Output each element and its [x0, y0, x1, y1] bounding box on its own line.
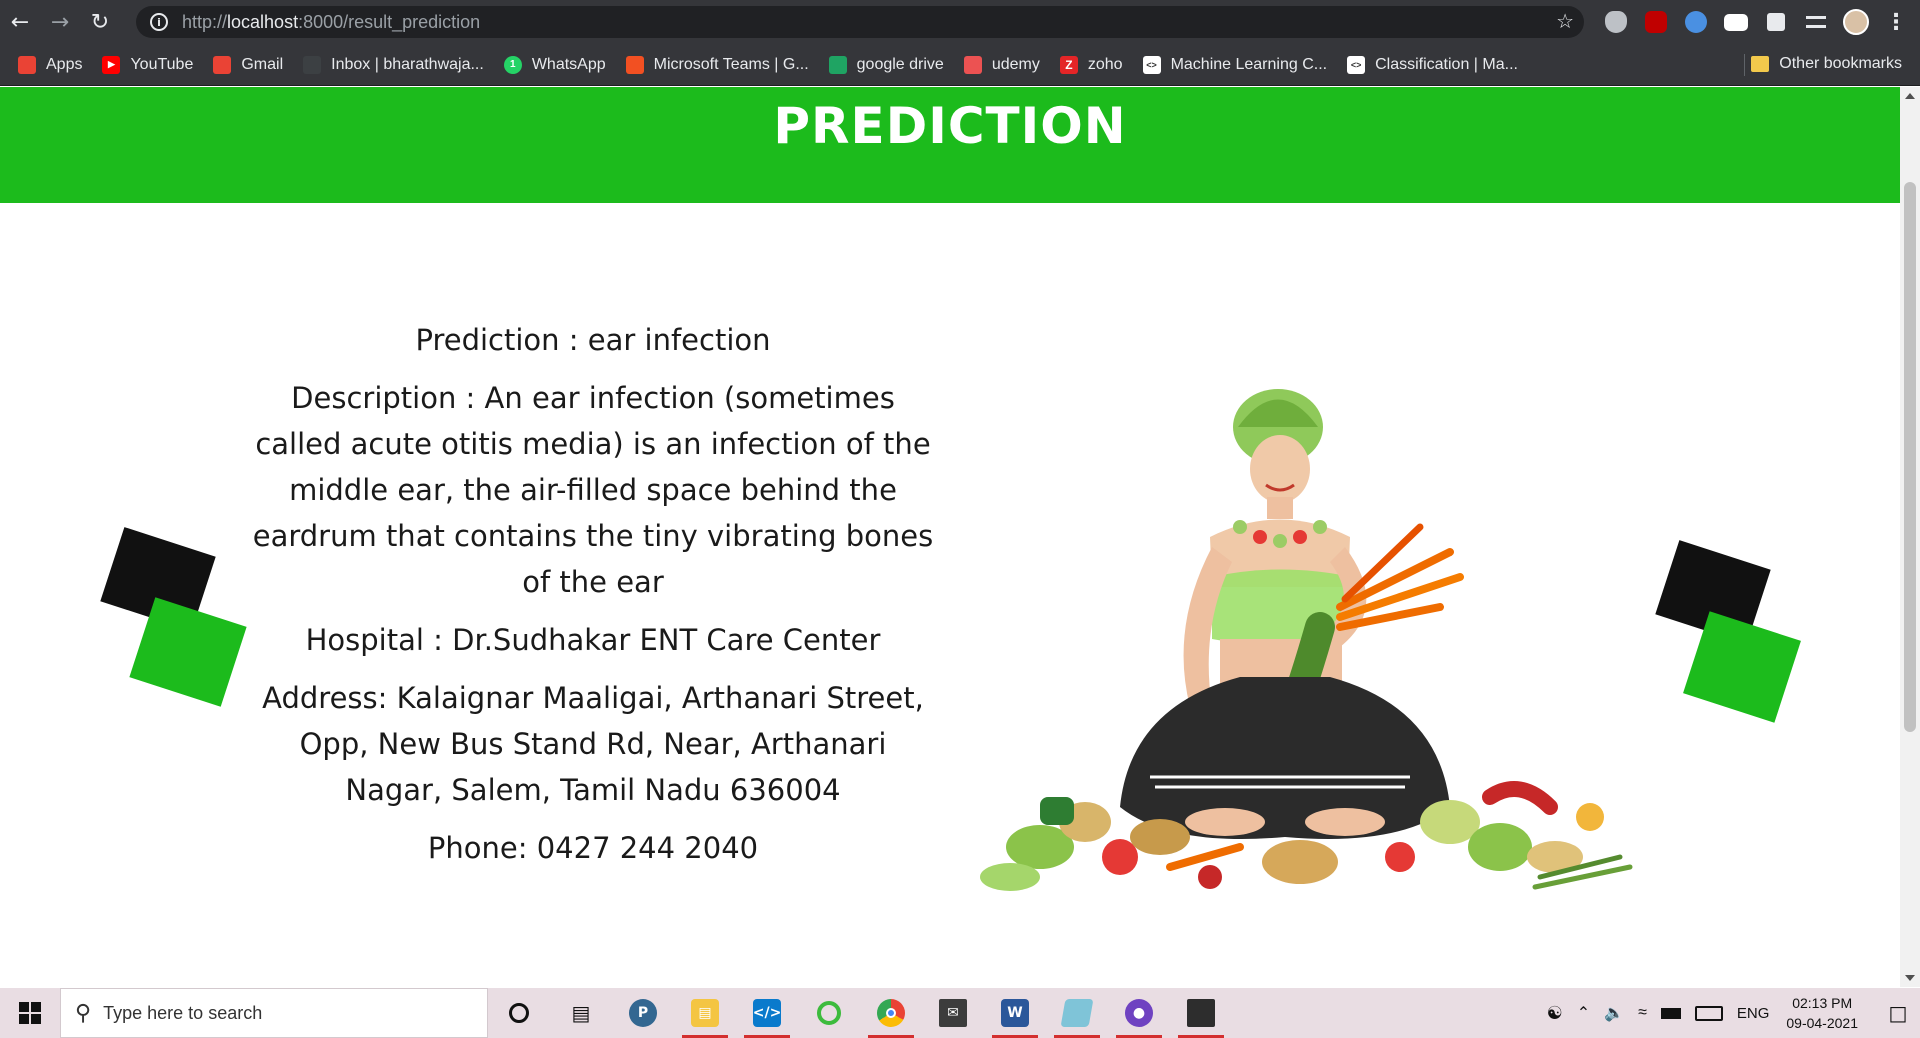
- chrome-icon[interactable]: [860, 988, 922, 1038]
- sync-icon[interactable]: ☯: [1547, 1003, 1563, 1024]
- code-icon: <>: [1347, 55, 1366, 74]
- bookmark-label: google drive: [856, 55, 944, 73]
- file-explorer-icon[interactable]: ▤: [674, 988, 736, 1038]
- bookmark-item[interactable]: Apps: [18, 55, 83, 74]
- forward-arrow-icon[interactable]: →: [40, 0, 80, 44]
- windows-start-icon[interactable]: [0, 988, 60, 1038]
- site-info-icon[interactable]: i: [150, 13, 168, 31]
- bookmark-label: Gmail: [241, 55, 284, 73]
- ms-windows-icon: [625, 55, 644, 74]
- other-bookmarks-label: Other bookmarks: [1779, 55, 1902, 72]
- whatsapp-icon: 1: [503, 55, 522, 74]
- bookmark-label: Microsoft Teams | G...: [653, 55, 809, 73]
- prediction-info: Prediction : ear infection Description :…: [248, 317, 938, 883]
- folder-icon: [1751, 56, 1770, 72]
- code-icon: <>: [1142, 55, 1161, 74]
- apps-grid-icon: [18, 55, 36, 74]
- bookmark-item[interactable]: <> Machine Learning C...: [1142, 55, 1328, 74]
- gmail-icon: [213, 55, 232, 74]
- search-icon: ⚲: [75, 1000, 92, 1026]
- volume-icon[interactable]: 🔈: [1604, 1003, 1624, 1023]
- menu-kebab-icon[interactable]: ⋮: [1876, 0, 1916, 44]
- header-banner: PREDICTION: [0, 87, 1900, 203]
- bookmark-label: WhatsApp: [531, 55, 606, 73]
- chevron-up-icon[interactable]: ⌃: [1577, 1003, 1590, 1023]
- bookmark-label: zoho: [1087, 55, 1123, 73]
- extension-icons: ⋮: [1596, 0, 1916, 44]
- circle-app-icon[interactable]: [798, 988, 860, 1038]
- language-indicator[interactable]: ENG: [1737, 1005, 1770, 1022]
- taskbar-search-box[interactable]: ⚲ Type here to search: [60, 988, 488, 1038]
- bookmark-label: Classification | Ma...: [1375, 55, 1518, 73]
- github-desktop-icon[interactable]: ●: [1108, 988, 1170, 1038]
- youtube-icon: ▶: [102, 55, 121, 74]
- bookmarks-bar: Apps ▶ YouTube Gmail Inbox | bharathwaja... 1…: [0, 44, 1920, 86]
- bookmark-item[interactable]: Zzoho: [1059, 55, 1123, 74]
- address-bar[interactable]: i http://localhost:8000/result_predictio…: [136, 6, 1584, 38]
- reading-list-icon[interactable]: [1796, 0, 1836, 44]
- battery-icon[interactable]: [1660, 1007, 1681, 1019]
- task-view-icon[interactable]: ▤: [550, 988, 612, 1038]
- page-content: PREDICTION Prediction : ear infection De…: [0, 87, 1900, 987]
- woman-with-vegetables-image: [980, 389, 1633, 891]
- bookmarks-separator: [1744, 54, 1745, 76]
- vscode-icon[interactable]: </>: [736, 988, 798, 1038]
- clock[interactable]: 02:13 PM 09-04-2021: [1786, 993, 1858, 1033]
- bookmark-item[interactable]: udemy: [963, 55, 1040, 74]
- google-drive-icon: [828, 55, 847, 74]
- ublock-icon[interactable]: [1636, 0, 1676, 44]
- bookmark-item[interactable]: ▶ YouTube: [102, 55, 194, 74]
- phone-text: Phone: 0427 244 2040: [427, 831, 759, 865]
- scroll-down-arrow-icon[interactable]: [1905, 975, 1915, 981]
- bookmark-item[interactable]: Gmail: [213, 55, 284, 74]
- postgresql-icon[interactable]: P: [612, 988, 674, 1038]
- other-bookmarks[interactable]: Other bookmarks: [1751, 55, 1902, 73]
- udemy-icon: [963, 55, 982, 74]
- mail-icon[interactable]: ✉: [922, 988, 984, 1038]
- word-icon[interactable]: W: [984, 988, 1046, 1038]
- bookmark-label: udemy: [991, 55, 1040, 73]
- terminal-icon[interactable]: [1170, 988, 1232, 1038]
- notes-app-icon[interactable]: [1046, 988, 1108, 1038]
- clock-date: 09-04-2021: [1786, 1015, 1858, 1031]
- address-text: Address: Kalaignar Maaligai, Arthanari S…: [262, 681, 924, 807]
- back-arrow-icon[interactable]: ←: [0, 0, 40, 44]
- reload-icon[interactable]: ↻: [80, 0, 120, 44]
- scroll-up-arrow-icon[interactable]: [1905, 93, 1915, 99]
- url-text[interactable]: http://localhost:8000/result_prediction: [182, 12, 480, 33]
- page-title: PREDICTION: [773, 97, 1127, 155]
- blue-circle-extension-icon[interactable]: [1676, 0, 1716, 44]
- bookmark-item[interactable]: Inbox | bharathwaja...: [303, 55, 484, 74]
- youtube-extension-icon[interactable]: [1716, 0, 1756, 44]
- description-text: Description : An ear infection (sometime…: [252, 381, 934, 599]
- bookmark-item[interactable]: google drive: [828, 55, 944, 74]
- incognito-extension-icon[interactable]: [1596, 0, 1636, 44]
- wifi-icon[interactable]: ≈: [1638, 1004, 1647, 1022]
- clock-time: 02:13 PM: [1792, 995, 1853, 1011]
- profile-avatar[interactable]: [1836, 0, 1876, 44]
- bookmark-label: YouTube: [130, 55, 194, 73]
- keyboard-icon[interactable]: [1694, 1005, 1723, 1021]
- page-scrollbar[interactable]: [1900, 87, 1920, 987]
- inbox-icon: [303, 55, 322, 74]
- search-placeholder: Type here to search: [103, 1002, 263, 1023]
- bookmark-item[interactable]: Microsoft Teams | G...: [625, 55, 809, 74]
- prediction-text: Prediction : ear infection: [415, 323, 771, 357]
- zoho-icon: Z: [1059, 55, 1078, 74]
- bookmark-star-icon[interactable]: ☆: [1556, 9, 1574, 33]
- bookmark-label: Apps: [46, 55, 83, 73]
- windows-taskbar: ⚲ Type here to search ▤ P ▤ </> ✉ W ● ☯ …: [0, 988, 1920, 1038]
- notification-icon[interactable]: □: [1876, 988, 1920, 1038]
- bookmark-label: Machine Learning C...: [1170, 55, 1328, 73]
- bookmark-item[interactable]: <> Classification | Ma...: [1347, 55, 1518, 74]
- browser-toolbar: ← → ↻ i http://localhost:8000/result_pre…: [0, 0, 1920, 44]
- system-tray: ☯ ⌃ 🔈 ≈ ENG 02:13 PM 09-04-2021 □: [1540, 988, 1920, 1038]
- cortana-icon[interactable]: [488, 988, 550, 1038]
- extensions-puzzle-icon[interactable]: [1756, 0, 1796, 44]
- bookmark-item[interactable]: 1 WhatsApp: [503, 55, 606, 74]
- scroll-thumb[interactable]: [1904, 182, 1916, 732]
- hospital-text: Hospital : Dr.Sudhakar ENT Care Center: [305, 623, 881, 657]
- bookmark-label: Inbox | bharathwaja...: [331, 55, 484, 73]
